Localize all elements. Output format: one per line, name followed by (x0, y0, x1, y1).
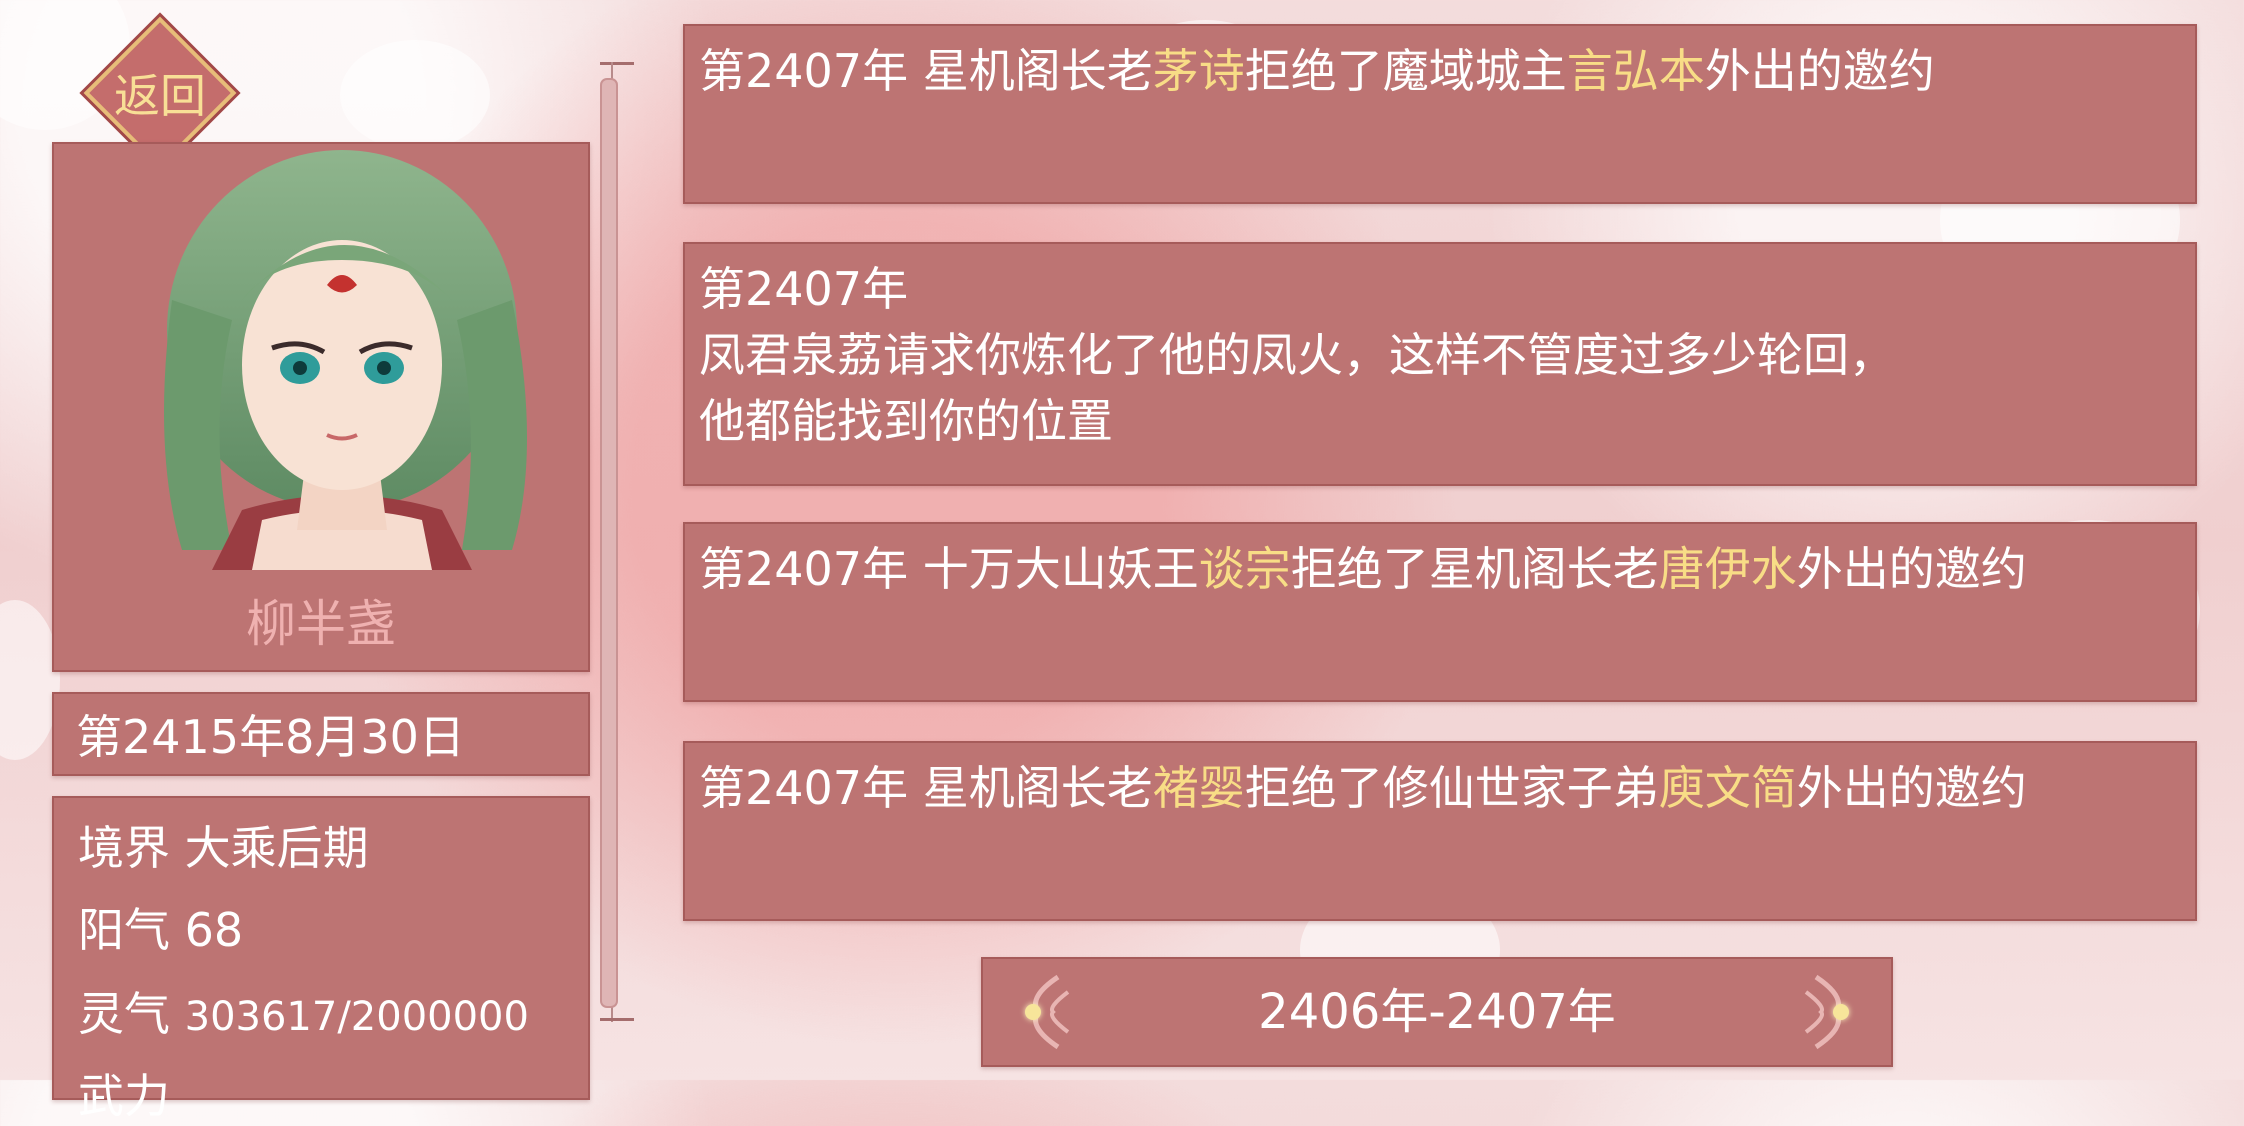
event-entry: 第2407年 凤君泉荔请求你炼化了他的凤火，这样不管度过多少轮回， 他都能找到你… (683, 242, 2197, 486)
stat-spirit: 灵气 303617/2000000 (78, 978, 529, 1044)
back-button-label: 返回 (114, 69, 206, 123)
event-person-name: 谈宗 (1198, 542, 1291, 596)
stat-spirit-label: 灵气 (78, 987, 170, 1041)
event-text-part: 拒绝了修仙世家子弟 (1244, 761, 1659, 815)
event-person-name: 茅诗 (1152, 44, 1245, 98)
event-text-part: 外出的邀约 (1704, 44, 1935, 98)
event-text-part: 拒绝了魔域城主 (1244, 44, 1567, 98)
event-entry: 第2407年 星机阁长老褚婴拒绝了修仙世家子弟庾文简外出的邀约 (683, 741, 2197, 921)
character-stats-panel: 境界 大乘后期 阳气 68 灵气 303617/2000000 武力 (52, 796, 590, 1123)
event-text: 第2407年 星机阁长老茅诗拒绝了魔域城主言弘本外出的邀约 (685, 26, 2195, 104)
year-range-selector: 2406年-2407年 (981, 957, 1893, 1067)
event-text-part: 星机阁长老 (922, 761, 1153, 815)
character-portrait-card: 柳半盏 (52, 142, 590, 672)
event-year: 第2407年 (699, 44, 909, 98)
event-entry: 第2407年 十万大山妖王谈宗拒绝了星机阁长老唐伊水外出的邀约 (683, 522, 2197, 702)
event-text-line: 他都能找到你的位置 (699, 394, 1113, 448)
event-text: 第2407年 凤君泉荔请求你炼化了他的凤火，这样不管度过多少轮回， 他都能找到你… (685, 244, 2195, 454)
stat-yang-label: 阳气 (78, 903, 170, 957)
scrollbar-thumb[interactable] (600, 78, 618, 1008)
right-arrow-ornament-icon (1804, 974, 1841, 1050)
background-flower (0, 600, 60, 760)
event-person-name: 庾文简 (1658, 761, 1797, 815)
stat-realm-label: 境界 (78, 821, 170, 875)
character-name: 柳半盏 (246, 595, 396, 653)
event-entry: 第2407年 星机阁长老茅诗拒绝了魔域城主言弘本外出的邀约 (683, 24, 2197, 204)
event-text-part: 星机阁长老 (922, 44, 1153, 98)
right-glow-dot-icon (1833, 1004, 1849, 1020)
event-text-line: 凤君泉荔请求你炼化了他的凤火，这样不管度过多少轮回， (699, 328, 1895, 382)
stat-realm: 境界 大乘后期 (78, 812, 369, 878)
stat-spirit-value: 303617/2000000 (184, 994, 529, 1040)
character-portrait-image (164, 150, 527, 570)
scroll-bottom-cap (600, 1018, 634, 1021)
background-flower (340, 40, 490, 150)
year-range-label: 2406年-2407年 (1258, 984, 1616, 1040)
current-date-box: 第2415年8月30日 (52, 692, 590, 776)
event-text-part: 拒绝了星机阁长老 (1290, 542, 1659, 596)
event-year: 第2407年 (699, 542, 909, 596)
stat-realm-value: 大乘后期 (184, 821, 369, 875)
event-person-name: 言弘本 (1566, 44, 1705, 98)
scroll-top-cap (600, 62, 634, 65)
event-text: 第2407年 十万大山妖王谈宗拒绝了星机阁长老唐伊水外出的邀约 (685, 524, 2195, 602)
event-text: 第2407年 星机阁长老褚婴拒绝了修仙世家子弟庾文简外出的邀约 (685, 743, 2195, 821)
event-text-part: 外出的邀约 (1796, 761, 2027, 815)
event-year: 第2407年 (699, 262, 909, 316)
event-person-name: 褚婴 (1152, 761, 1245, 815)
stat-next: 武力 (78, 1060, 170, 1126)
stat-next-label: 武力 (78, 1069, 170, 1123)
current-date: 第2415年8月30日 (76, 710, 465, 764)
event-text-part: 外出的邀约 (1796, 542, 2027, 596)
next-year-button[interactable] (1791, 959, 1871, 1065)
stat-yang-value: 68 (184, 903, 244, 957)
event-year: 第2407年 (699, 761, 909, 815)
event-text-part: 十万大山妖王 (922, 542, 1199, 596)
event-person-name: 唐伊水 (1658, 542, 1797, 596)
stat-yang: 阳气 68 (78, 894, 243, 960)
